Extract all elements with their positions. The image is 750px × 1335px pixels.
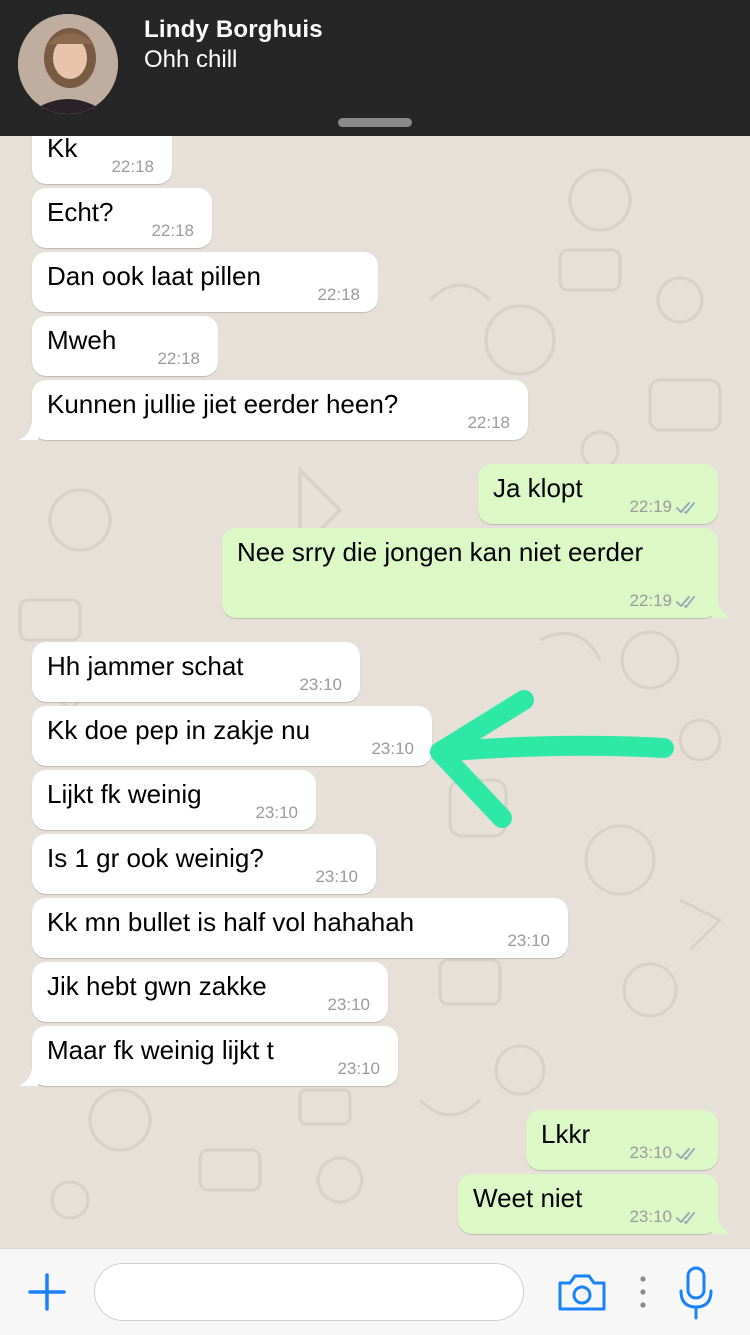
notification-banner[interactable]: Lindy Borghuis Ohh chill (0, 0, 750, 136)
notification-message: Ohh chill (144, 46, 238, 73)
banner-handle[interactable] (338, 118, 412, 127)
more-dots-icon[interactable] (636, 1273, 650, 1311)
input-bar (0, 1248, 750, 1335)
avatar (18, 14, 118, 114)
notification-sender: Lindy Borghuis (144, 16, 323, 43)
plus-icon[interactable] (24, 1269, 70, 1315)
message-input[interactable] (94, 1263, 524, 1321)
microphone-icon[interactable] (676, 1265, 716, 1321)
annotation-arrow (430, 690, 674, 828)
camera-icon[interactable] (556, 1271, 608, 1313)
